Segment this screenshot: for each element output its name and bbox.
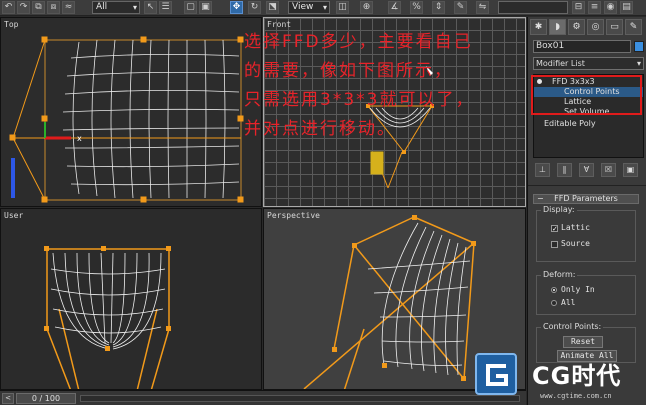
snap-icon[interactable]: ⊕ (360, 1, 373, 14)
display-group-label: Display: (541, 205, 577, 214)
source-option-label: Source (561, 239, 590, 248)
rotate-icon[interactable]: ↻ (248, 1, 261, 14)
link-icon[interactable]: ⧉ (32, 1, 45, 14)
object-color-swatch[interactable] (634, 41, 644, 52)
angle-snap-icon[interactable]: ∡ (388, 1, 401, 14)
time-slider[interactable]: 0 / 100 (16, 393, 76, 404)
command-panel-tabs: ✱ ◗ ⚙ ◎ ▭ ✎ (530, 19, 645, 35)
select-icon[interactable]: ↖ (144, 1, 157, 14)
pin-stack-icon[interactable]: ⊥ (535, 163, 550, 177)
region-icon[interactable]: ▢ (184, 1, 197, 14)
lattice-checkbox[interactable]: ✓ (551, 225, 558, 233)
control-points-group-label: Control Points: (541, 322, 604, 331)
reference-coord-dropdown[interactable]: View ▾ (288, 1, 330, 14)
modifier-list-label: Modifier List (536, 59, 585, 68)
time-slider-bar: < 0 / 100 (0, 390, 526, 405)
window-crossing-icon[interactable]: ▣ (199, 1, 212, 14)
reset-button[interactable]: Reset (563, 336, 603, 348)
display-group: Display: ✓ Lattic Source (536, 205, 636, 262)
viewport-user-label: User (4, 211, 24, 220)
deform-group: Deform: Only In All (536, 270, 636, 315)
axis-x-label: x (77, 134, 82, 143)
stack-item-editable-poly-label: Editable Poly (544, 119, 596, 128)
show-end-result-icon[interactable]: ∥ (557, 163, 572, 177)
layer-icon[interactable]: ≡ (588, 1, 601, 14)
spinner-snap-icon[interactable]: ⇕ (432, 1, 445, 14)
tab-display[interactable]: ▭ (606, 19, 623, 35)
chevron-down-icon: ▾ (322, 3, 327, 12)
redo-icon[interactable]: ↷ (17, 1, 30, 14)
tab-modify[interactable]: ◗ (549, 19, 566, 35)
all-radio[interactable] (551, 300, 557, 306)
viewport-user[interactable]: User (0, 208, 262, 390)
only-in-option-label: Only In (561, 285, 595, 294)
undo-icon[interactable]: ↶ (2, 1, 15, 14)
pivot-icon[interactable]: ◫ (336, 1, 349, 14)
annotation-line-4: 并对点进行移动。 (244, 119, 396, 139)
tab-utilities[interactable]: ✎ (625, 19, 642, 35)
stack-buttons: ⊥ ∥ ∀ ☒ ▣ (533, 163, 644, 179)
tab-motion[interactable]: ◎ (587, 19, 604, 35)
tutorial-annotation: 选择FFD多少，主要看自己 的需要，像如下图所示， 只需选用3*3*3就可以了，… (244, 28, 574, 144)
deform-group-label: Deform: (541, 270, 578, 279)
remove-modifier-icon[interactable]: ☒ (601, 163, 616, 177)
move-icon[interactable]: ✥ (230, 1, 243, 14)
reference-coord-value: View (292, 2, 314, 12)
stack-item-editable-poly[interactable]: Editable Poly (534, 119, 643, 129)
viewport-perspective-label: Perspective (267, 211, 320, 220)
watermark-brand: CG时代 (532, 362, 622, 390)
unlink-icon[interactable]: ⧈ (47, 1, 60, 14)
source-checkbox[interactable] (551, 241, 558, 248)
bind-icon[interactable]: ≈ (62, 1, 75, 14)
object-name-field[interactable]: Box01 (533, 40, 631, 53)
viewport-top-label: Top (4, 20, 19, 29)
all-option-label: All (561, 298, 576, 307)
tab-create[interactable]: ✱ (530, 19, 547, 35)
annotation-line-3: 只需选用3*3*3就可以了， (244, 90, 475, 110)
configure-sets-icon[interactable]: ▣ (623, 163, 638, 177)
selection-filter-dropdown[interactable]: All ▾ (92, 1, 140, 14)
scale-icon[interactable]: ⬔ (266, 1, 279, 14)
select-by-name-icon[interactable]: ☰ (159, 1, 172, 14)
only-in-radio[interactable] (551, 287, 557, 293)
selection-filter-value: All (96, 2, 108, 12)
material-editor-icon[interactable]: ◉ (604, 1, 617, 14)
render-icon[interactable]: ▤ (620, 1, 633, 14)
collapse-icon: − (537, 194, 544, 203)
ffd-parameters-rollout[interactable]: − FFD Parameters (533, 194, 639, 204)
mirror-icon[interactable]: ⇋ (476, 1, 489, 14)
chevron-down-icon: ▾ (636, 59, 641, 68)
modifier-list-dropdown[interactable]: Modifier List ▾ (533, 57, 644, 70)
main-toolbar: ↶ ↷ ⧉ ⧈ ≈ All ▾ ↖ ☰ ▢ ▣ ✥ ↻ ⬔ View ▾ ◫ ⊕ ∡… (0, 0, 646, 16)
named-selection-icon[interactable]: ✎ (454, 1, 467, 14)
lattice-option-label: Lattic (561, 223, 590, 232)
tab-hierarchy[interactable]: ⚙ (568, 19, 585, 35)
chevron-down-icon: ▾ (132, 3, 137, 12)
chevron-left-icon[interactable]: < (2, 393, 14, 404)
watermark-url: www.cgtime.com.cn (540, 392, 612, 400)
percent-snap-icon[interactable]: % (410, 1, 423, 14)
annotation-line-2: 的需要，像如下图所示， (244, 61, 453, 81)
user-view-geometry (44, 246, 171, 389)
timeline-track[interactable] (80, 395, 520, 402)
ffd-parameters-title: FFD Parameters (554, 194, 618, 203)
cgtime-logo-icon (475, 353, 517, 395)
panel-divider (528, 185, 646, 186)
viewport-top[interactable]: x Top (0, 17, 262, 207)
command-panel: ✱ ◗ ⚙ ◎ ▭ ✎ Box01 Modifier List ▾ FFD 3x3… (527, 17, 646, 405)
named-selection-set-field[interactable] (498, 1, 568, 14)
annotation-line-1: 选择FFD多少，主要看自己 (244, 32, 473, 52)
make-unique-icon[interactable]: ∀ (579, 163, 594, 177)
highlight-box (531, 75, 642, 115)
top-view-geometry: x (9, 36, 244, 203)
align-icon[interactable]: ⊟ (572, 1, 585, 14)
